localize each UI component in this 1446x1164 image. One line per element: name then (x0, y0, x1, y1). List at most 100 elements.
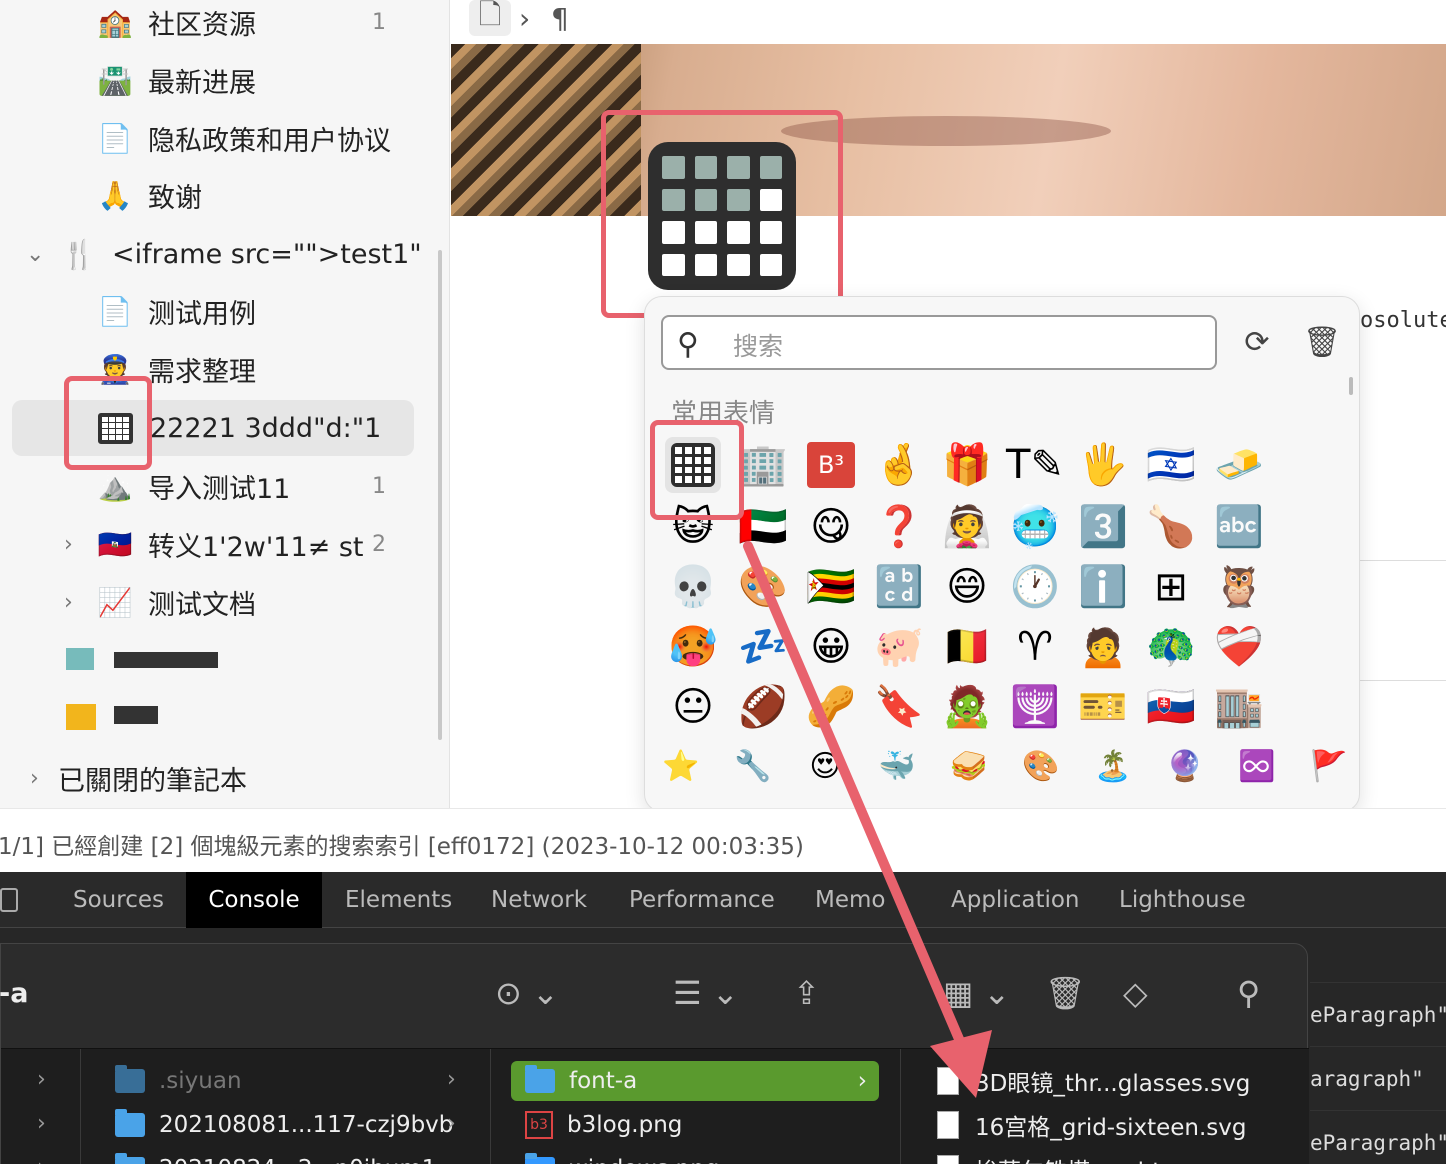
emoji-cell[interactable]: 🎨 (1013, 739, 1069, 795)
emoji-cell[interactable]: ♾️ (1229, 739, 1285, 795)
tab-sources[interactable]: Sources (57, 872, 180, 928)
tree-item-testdoc[interactable]: › 📈 测试文档 (0, 574, 430, 630)
tree-item-progress[interactable]: 🛣️ 最新进展 (0, 52, 430, 108)
emoji-cell[interactable]: 😀 (803, 619, 859, 675)
emoji-cell[interactable]: 🔖 (871, 679, 927, 735)
tree-item-label: 转义1'2w'11≠ st (148, 531, 364, 563)
folder-row[interactable]: .siyuan (115, 1061, 242, 1101)
emoji-cell[interactable]: 🥜 (803, 679, 859, 735)
emoji-cell[interactable]: 🔤 (1211, 499, 1267, 555)
emoji-cell[interactable]: 💀 (665, 559, 721, 615)
emoji-cell[interactable]: 🥶 (1007, 499, 1063, 555)
emoji-cell[interactable]: 💤 (735, 619, 791, 675)
emoji-cell[interactable]: 🙍 (1075, 619, 1131, 675)
emoji-cell[interactable]: 👰 (939, 499, 995, 555)
tree-item-iframe[interactable]: ⌄ 🍴 <iframe src="">test1" (0, 226, 430, 282)
tree-item-privacy[interactable]: 📄 隐私政策和用户协议 (0, 110, 430, 166)
emoji-cell[interactable]: ⭐ (653, 739, 709, 795)
sidebar-scrollbar[interactable] (438, 250, 442, 740)
emoji-cell[interactable]: 🕐 (1007, 559, 1063, 615)
emoji-cell[interactable]: 🔡 (871, 559, 927, 615)
folder-row-selected[interactable]: font-a › (511, 1061, 879, 1101)
share-icon[interactable]: ⇪ (793, 974, 820, 1012)
chevron-down-icon[interactable]: ⌄ (26, 242, 44, 267)
tab-memory[interactable]: Memo (799, 872, 901, 928)
folder-row[interactable]: 20210824...2...p0ibum1 (115, 1149, 436, 1164)
tag-icon[interactable]: ◇ (1123, 974, 1148, 1012)
emoji-cell[interactable]: ❓ (871, 499, 927, 555)
emoji-cell[interactable]: ℹ️ (1075, 559, 1131, 615)
more-actions-icon[interactable]: ⊙ ⌄ (495, 974, 559, 1012)
trash-icon[interactable]: 🗑 (1303, 325, 1341, 361)
tab-network[interactable]: Network (475, 872, 603, 928)
emoji-cell[interactable]: 🧟 (939, 679, 995, 735)
emoji-cell[interactable]: 🎨 (735, 559, 791, 615)
file-row[interactable]: b3 b3log.png (525, 1105, 682, 1145)
screen: { "sidebar": { "items": [ {"icon":"🏫","l… (0, 0, 1446, 1164)
emoji-cell[interactable]: 🇸🇰 (1143, 679, 1199, 735)
emoji-cell[interactable]: 🕎 (1007, 679, 1063, 735)
emoji-cell[interactable]: ❤️‍🩹 (1211, 619, 1267, 675)
emoji-cell[interactable]: 😐 (665, 679, 721, 735)
trash-icon[interactable]: 🗑 (1045, 974, 1086, 1012)
random-refresh-icon[interactable]: ⟳ (1239, 325, 1275, 361)
dock-icon[interactable] (0, 888, 18, 912)
file-row[interactable]: windows.png (525, 1149, 719, 1164)
emoji-cell[interactable]: 🐖 (871, 619, 927, 675)
emoji-cell[interactable]: 🎁 (939, 437, 995, 493)
tab-application[interactable]: Application (935, 872, 1096, 928)
emoji-cell[interactable]: 🔮 (1157, 739, 1213, 795)
paragraph-icon[interactable]: ¶ (551, 0, 569, 36)
emoji-cell[interactable]: 🦚 (1143, 619, 1199, 675)
tab-lighthouse[interactable]: Lighthouse (1103, 872, 1262, 928)
tab-elements[interactable]: Elements (329, 872, 468, 928)
emoji-cell[interactable]: 🚩 (1301, 739, 1357, 795)
tab-console[interactable]: Console (186, 872, 322, 928)
emoji-cell[interactable]: 🦉 (1211, 559, 1267, 615)
tree-item-community[interactable]: 🏫 社区资源 1 (0, 0, 430, 50)
emoji-cell[interactable]: ♈ (1007, 619, 1063, 675)
file-row[interactable]: 3D眼镜_thr...glasses.svg (937, 1061, 1250, 1101)
emoji-cell[interactable]: 🎫 (1075, 679, 1131, 735)
finder-window: -a ⊙ ⌄ ☰ ⌄ ⇪ ▦ ⌄ 🗑 ◇ ⚲ › › › .siyuan 202… (0, 943, 1309, 1164)
file-row[interactable]: 16宫格_grid-sixteen.svg (937, 1105, 1247, 1145)
search-icon[interactable]: ⚲ (1237, 974, 1260, 1012)
emoji-cell[interactable]: 😍 (797, 739, 853, 795)
emoji-cell[interactable]: 🥵 (665, 619, 721, 675)
emoji-cell[interactable]: ⊞ (1143, 559, 1199, 615)
emoji-cell[interactable]: B³ (803, 437, 859, 493)
emoji-cell[interactable]: 🤞 (871, 437, 927, 493)
emoji-cell[interactable]: 😋 (803, 499, 859, 555)
picker-scrollbar[interactable] (1349, 377, 1353, 395)
tab-performance[interactable]: Performance (613, 872, 791, 928)
emoji-cell[interactable]: 🥪 (941, 739, 997, 795)
emoji-cell[interactable]: 🏈 (735, 679, 791, 735)
emoji-cell[interactable]: 3️⃣ (1075, 499, 1131, 555)
emoji-cell[interactable]: 🏝️ (1085, 739, 1141, 795)
closed-notebooks[interactable]: › 已關閉的筆記本 (0, 750, 430, 806)
chevron-right-icon[interactable]: › (64, 532, 73, 557)
file-icon[interactable]: 🗋 (469, 0, 511, 36)
emoji-cell[interactable]: 🔧 (725, 739, 781, 795)
emoji-cell[interactable]: 🐳 (869, 739, 925, 795)
group-icon[interactable]: ▦ ⌄ (943, 974, 1010, 1012)
emoji-cell[interactable]: 🏬 (1211, 679, 1267, 735)
emoji-cell[interactable]: 🇧🇪 (939, 619, 995, 675)
tree-item-thanks[interactable]: 🙏 致谢 (0, 167, 430, 223)
file-name: 埃菲尔铁塔_...el-tower.svg (975, 1152, 1263, 1164)
emoji-cell[interactable]: 🍗 (1143, 499, 1199, 555)
tree-item-escape[interactable]: › 🇭🇹 转义1'2w'11≠ st 2 (0, 516, 430, 572)
emoji-cell[interactable]: 🇿🇼 (803, 559, 859, 615)
chevron-right-icon[interactable]: › (64, 590, 73, 615)
folder-row[interactable]: 202108081...117-czj9bvb (115, 1105, 453, 1145)
emoji-cell[interactable]: 🇮🇱 (1143, 437, 1199, 493)
tree-item-testcase[interactable]: 📄 测试用例 (0, 283, 430, 339)
emoji-search-input[interactable]: ⚲ 搜索 (661, 315, 1217, 370)
emoji-cell[interactable]: 🧈 (1211, 437, 1267, 493)
emoji-cell[interactable]: 😄 (939, 559, 995, 615)
emoji-cell[interactable]: T✎ (1006, 437, 1064, 493)
chevron-right-icon[interactable]: › (30, 766, 39, 791)
list-view-icon[interactable]: ☰ ⌄ (673, 974, 739, 1012)
file-row[interactable]: 埃菲尔铁塔_...el-tower.svg (937, 1149, 1263, 1164)
emoji-cell[interactable]: 🖐️ (1075, 437, 1131, 493)
